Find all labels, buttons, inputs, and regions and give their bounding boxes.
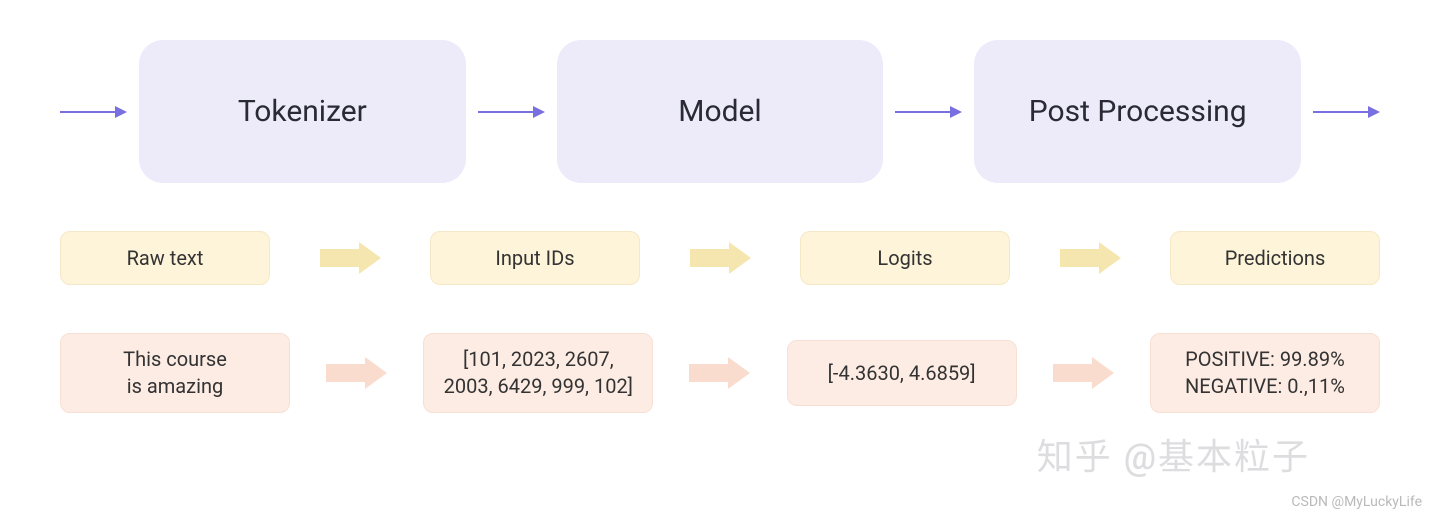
label-input-ids: Input IDs — [430, 231, 640, 285]
arrow-icon — [689, 357, 750, 389]
arrow-icon — [1053, 357, 1114, 389]
example-predictions: POSITIVE: 99.89%NEGATIVE: 0.,11% — [1150, 333, 1380, 413]
label-raw-text: Raw text — [60, 231, 270, 285]
arrow-icon — [1313, 106, 1380, 118]
example-raw-text: This courseis amazing — [60, 333, 290, 413]
arrow-icon — [478, 106, 545, 118]
example-logits: [-4.3630, 4.6859] — [787, 340, 1017, 406]
arrow-icon — [320, 242, 381, 274]
stage-model: Model — [557, 40, 884, 183]
arrow-icon — [1060, 242, 1121, 274]
stage-post-processing: Post Processing — [974, 40, 1301, 183]
arrow-icon — [690, 242, 751, 274]
example-input-ids: [101, 2023, 2607,2003, 6429, 999, 102] — [423, 333, 653, 413]
label-logits: Logits — [800, 231, 1010, 285]
arrow-icon — [895, 106, 962, 118]
watermark-csdn: CSDN @MyLuckyLife — [1291, 494, 1422, 510]
stage-tokenizer: Tokenizer — [139, 40, 466, 183]
labels-row: Raw text Input IDs Logits Predictions — [60, 231, 1380, 285]
pipeline-row: Tokenizer Model Post Processing — [60, 40, 1380, 183]
label-predictions: Predictions — [1170, 231, 1380, 285]
arrow-icon — [60, 106, 127, 118]
arrow-icon — [326, 357, 387, 389]
examples-row: This courseis amazing [101, 2023, 2607,2… — [60, 333, 1380, 413]
watermark-zhihu: 知乎 @基本粒子 — [1037, 428, 1310, 480]
